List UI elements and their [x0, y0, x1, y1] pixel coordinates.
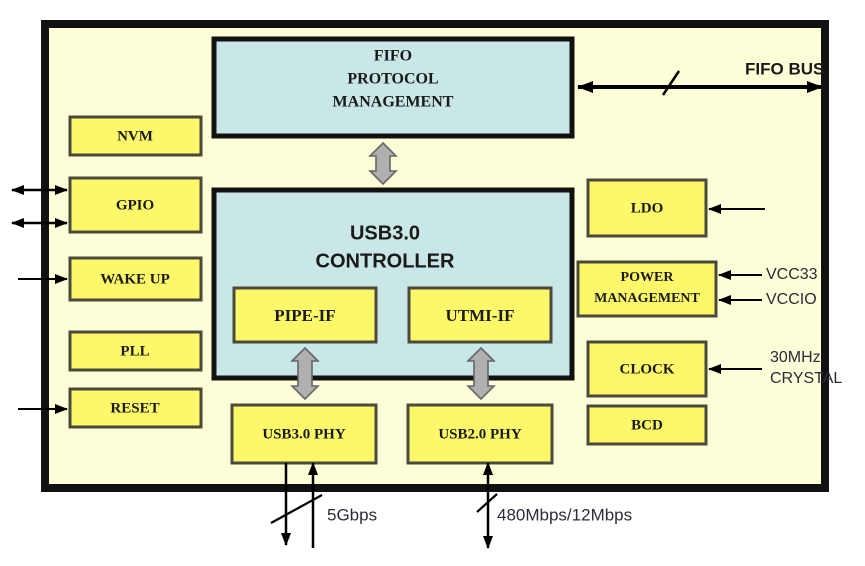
usb3-controller-label-line1: USB3.0 — [350, 222, 420, 244]
pll-label: PLL — [120, 343, 149, 359]
utmi-if-label: UTMI-IF — [446, 306, 515, 325]
power-management-label-line1: POWER — [621, 270, 675, 285]
block-diagram: FIFO PROTOCOL MANAGEMENT USB3.0 CONTROLL… — [0, 0, 865, 566]
nvm-label: NVM — [117, 128, 153, 144]
fifo-protocol-management-label-line1: FIFO — [374, 48, 412, 65]
usb3-speed-label: 5Gbps — [327, 505, 377, 524]
reset-label: RESET — [110, 400, 159, 416]
diagram-canvas: FIFO PROTOCOL MANAGEMENT USB3.0 CONTROLL… — [11, 20, 842, 549]
usb3-slash-icon — [270, 494, 323, 524]
gpio-label: GPIO — [116, 197, 154, 213]
vcc33-label: VCC33 — [766, 266, 818, 283]
usb2-phy-label: USB2.0 PHY — [438, 426, 522, 442]
fifo-bus-label: FIFO BUS — [745, 59, 824, 78]
fifo-protocol-management-label-line2: PROTOCOL — [347, 71, 438, 88]
fifo-protocol-management-label-line3: MANAGEMENT — [333, 94, 454, 111]
usb2-speed-label: 480Mbps/12Mbps — [497, 505, 632, 524]
bcd-label: BCD — [631, 417, 663, 433]
ldo-label: LDO — [631, 200, 664, 216]
vccio-label: VCCIO — [766, 291, 817, 308]
pipe-if-label: PIPE-IF — [274, 306, 335, 325]
power-management-label-line2: MANAGEMENT — [594, 291, 700, 306]
usb3-phy-label: USB3.0 PHY — [262, 426, 346, 442]
crystal-label-line1: 30MHz — [770, 349, 821, 366]
wake-up-label: WAKE UP — [100, 271, 170, 287]
usb3-controller-label-line2: CONTROLLER — [316, 250, 455, 272]
usb3-controller-block[interactable] — [211, 187, 575, 381]
clock-label: CLOCK — [619, 361, 674, 377]
crystal-label-line2: CRYSTAL — [770, 370, 842, 387]
